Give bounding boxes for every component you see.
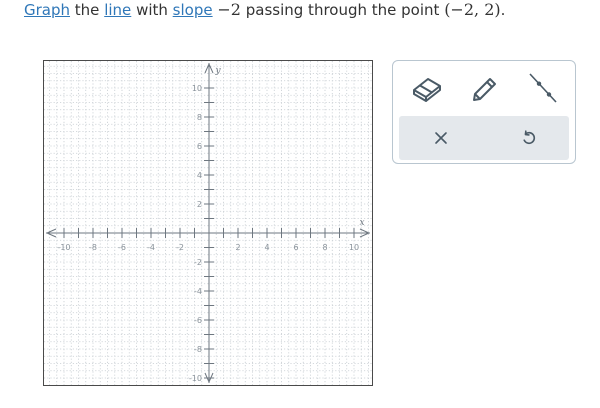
prompt-text-the: the xyxy=(74,1,100,19)
x-tick-label: -10 xyxy=(57,243,70,252)
question-prompt: Graph the line with slope −2 passing thr… xyxy=(24,0,505,20)
y-tick-label: -8 xyxy=(194,345,202,354)
prompt-period: . xyxy=(500,1,506,19)
x-tick-label: 8 xyxy=(322,243,327,252)
point-value: (−2, 2) xyxy=(444,0,501,19)
prompt-text-with: with xyxy=(136,1,168,19)
y-tick-label: -10 xyxy=(189,374,202,383)
coordinate-plane[interactable]: -10 -8 -6 -4 -2 2 4 6 8 10 10 8 6 4 2 -2 -4 -6 -8 -10 x y xyxy=(44,61,372,385)
close-icon xyxy=(435,132,447,144)
pencil-icon xyxy=(473,78,496,101)
eraser-tool[interactable] xyxy=(405,67,449,109)
x-axis-label: x xyxy=(359,218,364,228)
y-tick-label: -4 xyxy=(194,287,202,296)
graph-area[interactable]: -10 -8 -6 -4 -2 2 4 6 8 10 10 8 6 4 2 -2 -4 -6 -8 -10 x y xyxy=(43,60,373,386)
x-tick-label: 6 xyxy=(293,243,298,252)
eraser-icon xyxy=(413,78,441,102)
x-tick-label: 4 xyxy=(264,243,269,252)
y-tick-label: -2 xyxy=(194,258,202,267)
x-tick-label: -2 xyxy=(176,243,184,252)
line-segment-icon xyxy=(529,73,557,103)
y-tick-label: 6 xyxy=(197,142,202,151)
slope-link[interactable]: slope xyxy=(173,1,213,19)
pencil-tool[interactable] xyxy=(463,67,507,109)
x-tick-label: 2 xyxy=(235,243,240,252)
undo-button[interactable] xyxy=(499,116,559,160)
x-tick-label: -4 xyxy=(147,243,155,252)
x-tick-label: 10 xyxy=(349,243,359,252)
undo-icon xyxy=(523,130,536,145)
y-tick-label: -6 xyxy=(194,316,202,325)
line-tool[interactable] xyxy=(521,67,565,109)
graph-toolbar xyxy=(392,60,576,164)
prompt-text-passing: passing through the point xyxy=(245,1,440,19)
graph-link[interactable]: Graph xyxy=(24,1,70,19)
y-tick-label: 2 xyxy=(197,200,202,209)
y-tick-label: 8 xyxy=(197,113,202,122)
clear-button[interactable] xyxy=(411,116,471,160)
y-tick-label: 4 xyxy=(197,171,202,180)
y-axis-label: y xyxy=(214,66,221,76)
y-tick-label: 10 xyxy=(192,84,202,93)
slope-value: −2 xyxy=(217,0,241,19)
action-bar xyxy=(399,116,569,160)
x-tick-label: -6 xyxy=(118,243,126,252)
line-link[interactable]: line xyxy=(104,1,131,19)
x-tick-label: -8 xyxy=(89,243,97,252)
